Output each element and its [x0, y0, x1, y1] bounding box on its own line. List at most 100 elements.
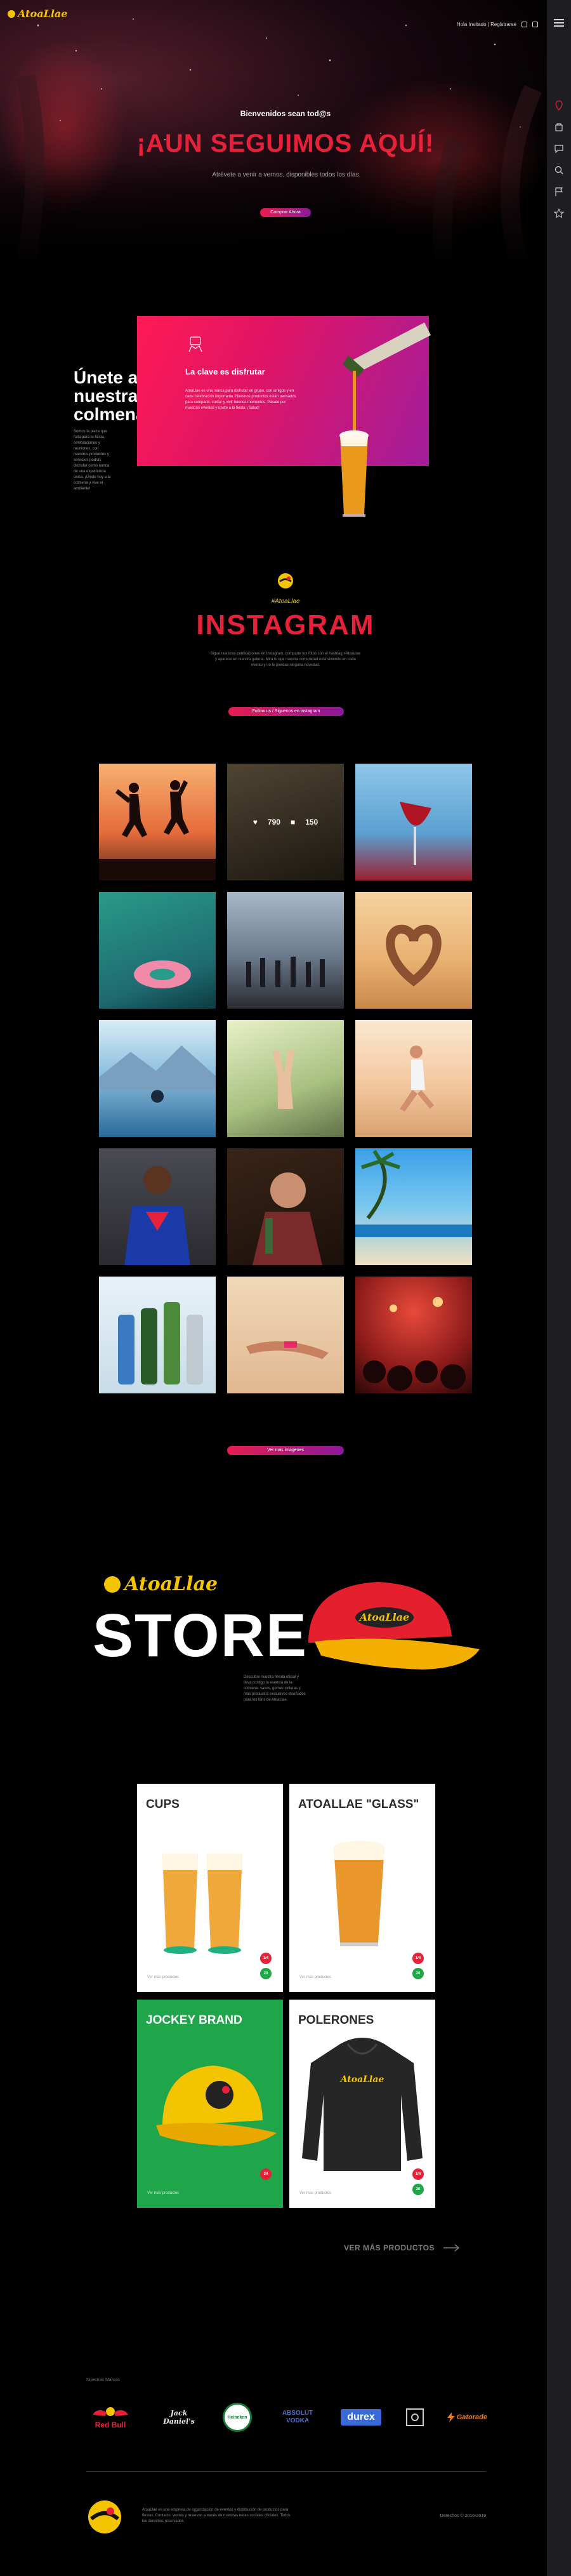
header-logo-text: AtoaLlae: [18, 8, 68, 20]
superman-shirt-image: [124, 1166, 190, 1265]
beach-group-image: [246, 957, 325, 987]
product-footer[interactable]: Ver más productos: [147, 2191, 179, 2195]
instagram-title: INSTAGRAM: [196, 609, 375, 641]
product-footer[interactable]: Ver más productos: [299, 1975, 331, 1979]
product-card[interactable]: POLERONES AtoaLlae 1/4 20 Ver más produc…: [289, 2000, 435, 2208]
instagram-photo[interactable]: [355, 1148, 472, 1265]
pin-icon[interactable]: [554, 100, 564, 110]
instagram-photo[interactable]: [355, 1277, 472, 1393]
bag-icon[interactable]: [554, 122, 564, 132]
sunbather-image: [246, 1341, 329, 1359]
brand-jackdaniels[interactable]: Jack Daniel's: [155, 2405, 203, 2430]
instagram-photo[interactable]: [99, 1277, 216, 1393]
redbull-wordmark: Red Bull: [95, 2420, 126, 2429]
instagram-icon[interactable]: [532, 22, 538, 27]
durex-wordmark: durex: [341, 2409, 381, 2426]
brand-durex[interactable]: durex: [336, 2405, 386, 2430]
store-text: Descubre nuestra tienda oficial y lleva …: [244, 1675, 306, 1702]
right-sidebar: [547, 0, 571, 2576]
hoodie-logo-text: AtoaLlae: [339, 2075, 384, 2085]
search-icon[interactable]: [554, 165, 564, 175]
product-card[interactable]: ATOALLAE "GLASS" 1/4 20 Ver más producto…: [289, 1784, 435, 1992]
beer-pour-illustration: [339, 322, 431, 517]
brand-heineken[interactable]: Heineken: [221, 2403, 254, 2432]
instagram-bee-logo: [0, 571, 571, 594]
concert-crowd-image: [363, 1297, 466, 1391]
product-card[interactable]: JOCKEY BRAND 24 Ver más productos: [137, 2000, 283, 2208]
header-logo[interactable]: AtoaLlae: [8, 8, 67, 20]
photo-stats-overlay: ♥ 790 ■ 150: [227, 764, 344, 880]
instagram-photo[interactable]: [355, 764, 472, 880]
absolut-wordmark: ABSOLUT VODKA: [282, 2410, 313, 2424]
instagram-photo[interactable]: [355, 892, 472, 1009]
brands-label: Nuestras Marcas: [86, 2378, 120, 2382]
product-card[interactable]: CUPS 1/4 20 Ver más productos: [137, 1784, 283, 1992]
bee-logo-icon: [278, 573, 293, 588]
jackdaniels-wordmark: Jack Daniel's: [163, 2409, 195, 2426]
product-badge: 20: [412, 1968, 424, 1979]
brand-redbull[interactable]: Red Bull: [85, 2405, 136, 2430]
pool-float-image: [134, 960, 191, 988]
footer-bee-logo[interactable]: [86, 2499, 123, 2535]
product-badge: 20: [260, 1968, 272, 1979]
instagram-photo[interactable]: [227, 1277, 344, 1393]
store-title: STORE: [93, 1602, 308, 1670]
menu-icon[interactable]: [554, 19, 564, 29]
hands-icon: [188, 336, 202, 352]
gatorade-bolt-icon: [447, 2412, 455, 2422]
more-products-link[interactable]: VER MÁS PRODUCTOS: [344, 2243, 460, 2252]
instagram-photo[interactable]: [99, 1148, 216, 1265]
instagram-handle: #AtoaLlae: [271, 598, 300, 605]
instagram-description: Sigue nuestras publicaciones en Instagra…: [210, 652, 361, 667]
brand-gatorade[interactable]: Gatorade: [445, 2405, 487, 2430]
product-badge: 1/4: [412, 1953, 424, 1964]
beer-bottles-image: [118, 1302, 203, 1384]
star-icon[interactable]: [554, 208, 564, 218]
hero-subtitle: Atrévete a venir a vernos, disponibles t…: [212, 171, 359, 178]
facebook-icon[interactable]: [522, 22, 527, 27]
instagram-photo[interactable]: [99, 764, 216, 880]
instagram-photo[interactable]: ♥ 790 ■ 150: [227, 764, 344, 880]
bee-logo-icon: [104, 1576, 121, 1593]
instagram-photo[interactable]: [227, 1020, 344, 1137]
brand-circle-icon: [411, 2413, 419, 2421]
follow-instagram-button[interactable]: Follow us / Siguenos en instagram: [228, 707, 344, 716]
instagram-photo[interactable]: [355, 1020, 472, 1137]
footer-copyright: Derechos © 2016-2019: [440, 2514, 486, 2518]
more-products-label: VER MÁS PRODUCTOS: [344, 2243, 435, 2252]
brand-absolut[interactable]: ABSOLUT VODKA: [273, 2405, 322, 2430]
instagram-photo[interactable]: [227, 892, 344, 1009]
more-images-button[interactable]: Ver más imagenes: [227, 1446, 344, 1455]
jump-silhouette: [99, 780, 216, 880]
join-text: Somos la pieza que falta para tu fiesta,…: [74, 430, 111, 491]
card-title: La clave es disfrutar: [185, 367, 265, 376]
like-count: 790: [267, 818, 280, 827]
instagram-photo[interactable]: [227, 1148, 344, 1265]
gatorade-wordmark: Gatorade: [456, 2413, 487, 2421]
instagram-photo[interactable]: [99, 892, 216, 1009]
flag-icon[interactable]: [554, 187, 564, 197]
hero-title: ¡AUN SEGUIMOS AQUÍ!: [136, 129, 435, 157]
top-nav: Hola Invitado | Registrarse: [457, 22, 538, 27]
product-footer[interactable]: Ver más productos: [299, 2191, 331, 2195]
heineken-logo: Heineken: [223, 2403, 252, 2432]
comment-icon: ■: [290, 818, 296, 827]
cap-logo-text: AtoaLlae: [358, 1611, 409, 1623]
bee-logo-icon: [8, 10, 15, 18]
redbull-logo: Red Bull: [91, 2406, 129, 2429]
brand-unknown[interactable]: [404, 2405, 426, 2430]
chat-icon[interactable]: [554, 143, 564, 154]
footer-text: AtoaLlae es una empresa de organización …: [142, 2508, 291, 2523]
heineken-wordmark: Heineken: [227, 2415, 247, 2420]
store-logo-text: AtoaLlae: [124, 1573, 218, 1595]
peace-sign-image: [273, 1049, 294, 1109]
product-badge: 1/4: [260, 1953, 272, 1964]
buy-now-button[interactable]: Comprar Ahora: [260, 208, 311, 217]
arrow-right-icon: [443, 2244, 459, 2252]
cap-illustration: AtoaLlae: [308, 1582, 480, 1670]
account-link[interactable]: Hola Invitado | Registrarse: [457, 22, 516, 27]
product-footer[interactable]: Ver más productos: [147, 1975, 179, 1979]
jump-beach-image: [400, 1046, 434, 1112]
instagram-photo[interactable]: [99, 1020, 216, 1137]
comment-count: 150: [305, 818, 318, 827]
